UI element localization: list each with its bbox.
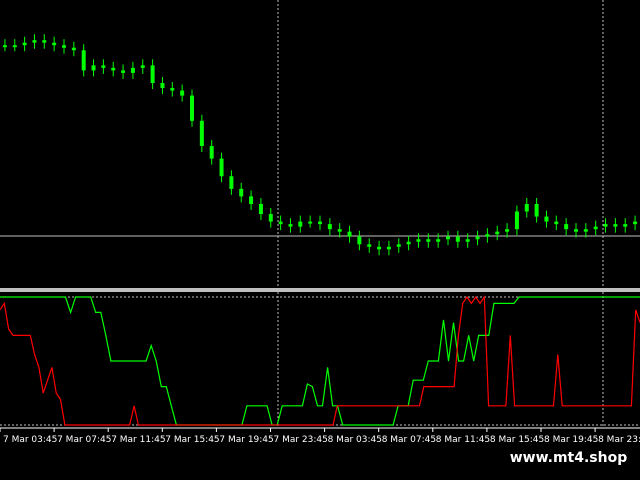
x-tick-label: 8 Mar 11:45 [436, 435, 490, 445]
x-tick-label: 8 Mar 23:45 [598, 435, 640, 445]
x-tick-label: 8 Mar 03:45 [328, 435, 382, 445]
watermark-label: www.mt4.shop [497, 446, 640, 470]
pane-separator[interactable] [0, 288, 640, 292]
x-tick-label: 7 Mar 23:45 [274, 435, 328, 445]
x-tick-label: 7 Mar 07:45 [57, 435, 111, 445]
x-tick-label: 7 Mar 15:45 [165, 435, 219, 445]
chart-area[interactable]: 7 Mar 03:45 7 Mar 07:45 7 Mar 11:45 7 Mar 1… [0, 0, 640, 480]
x-tick-label: 7 Mar 19:45 [219, 435, 273, 445]
x-tick-label: 8 Mar 15:45 [490, 435, 544, 445]
x-tick-label: 7 Mar 11:45 [111, 435, 165, 445]
x-tick-label: 8 Mar 07:45 [382, 435, 436, 445]
x-tick-label: 8 Mar 19:45 [544, 435, 598, 445]
x-tick-label: 7 Mar 03:45 [3, 435, 57, 445]
